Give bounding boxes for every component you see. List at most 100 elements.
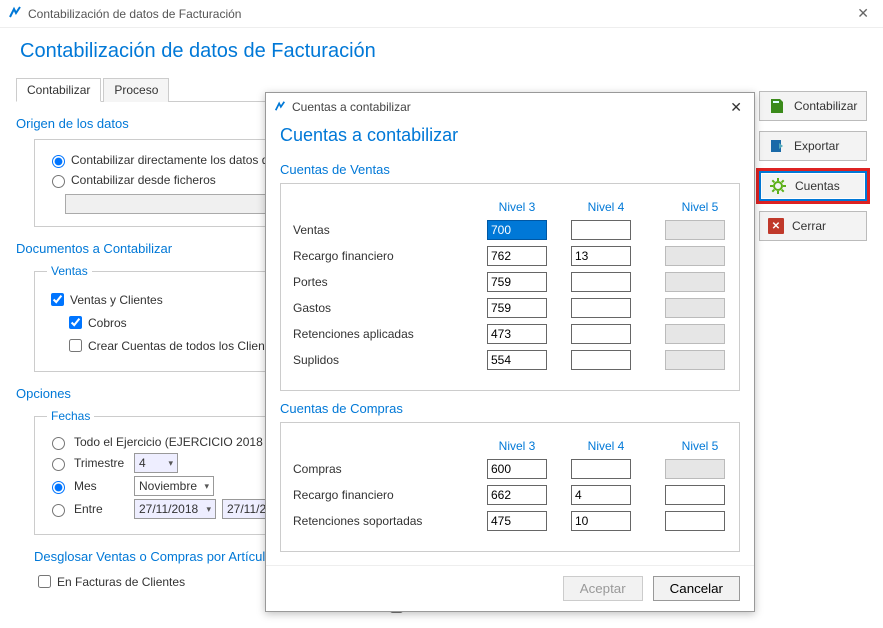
compras-n4-input[interactable] <box>571 459 631 479</box>
modal-close-icon[interactable]: ✕ <box>726 99 746 116</box>
modal-cuentas: Cuentas a contabilizar ✕ Cuentas a conta… <box>265 92 755 612</box>
app-icon <box>8 5 22 22</box>
modal-footer: Aceptar Cancelar <box>266 565 754 611</box>
radio-todo-ejercicio[interactable] <box>52 437 65 450</box>
ventas-row: Recargo financiero <box>293 246 727 266</box>
ventas-row-label: Gastos <box>293 301 463 315</box>
ventas-n5-input <box>665 246 725 266</box>
docs-legend: Ventas <box>47 264 92 278</box>
side-btn-exportar[interactable]: Exportar <box>759 131 867 161</box>
side-toolbar: Contabilizar Exportar Cuentas ✕ Cerrar <box>759 69 867 620</box>
check-crear-cuentas-label: Crear Cuentas de todos los Clientes <box>88 339 281 353</box>
tab-proceso[interactable]: Proceso <box>103 78 169 102</box>
opciones-legend: Fechas <box>47 409 94 423</box>
col-nivel3: Nivel 3 <box>487 200 547 214</box>
ventas-n3-input[interactable] <box>487 298 547 318</box>
side-btn-exportar-label: Exportar <box>794 139 839 153</box>
ventas-row-label: Recargo financiero <box>293 249 463 263</box>
compras-row: Retenciones soportadas <box>293 511 727 531</box>
compras-n5-input[interactable] <box>665 485 725 505</box>
radio-todo-ejercicio-label: Todo el Ejercicio (EJERCICIO 2018 NO S <box>74 435 295 449</box>
col-nivel5: Nivel 5 <box>665 200 735 214</box>
ventas-n5-input <box>665 272 725 292</box>
side-btn-cuentas-label: Cuentas <box>795 179 840 193</box>
compras-n4-input[interactable] <box>571 511 631 531</box>
date-from-input[interactable]: 27/11/2018 ▾ <box>134 499 216 519</box>
radio-trimestre-label: Trimestre <box>74 456 128 470</box>
ventas-row: Gastos <box>293 298 727 318</box>
col-nivel4: Nivel 4 <box>571 200 641 214</box>
grid-ventas-header: Nivel 3 Nivel 4 Nivel 5 <box>293 200 727 214</box>
chevron-down-icon: ▾ <box>168 458 173 469</box>
check-ventas-clientes[interactable] <box>51 293 64 306</box>
ventas-n4-input[interactable] <box>571 220 631 240</box>
radio-origen-ficheros-label: Contabilizar desde ficheros <box>71 173 216 187</box>
book-icon <box>768 97 786 115</box>
ventas-n3-input[interactable] <box>487 272 547 292</box>
check-en-facturas-clientes-label: En Facturas de Clientes <box>57 575 185 589</box>
close-icon: ✕ <box>768 218 784 234</box>
ventas-n4-input[interactable] <box>571 246 631 266</box>
compras-row-label: Retenciones soportadas <box>293 514 463 528</box>
radio-origen-ficheros[interactable] <box>52 175 65 188</box>
ventas-row-label: Suplidos <box>293 353 463 367</box>
ventas-n3-input[interactable] <box>487 246 547 266</box>
ventas-n3-input[interactable] <box>487 324 547 344</box>
gear-icon <box>769 177 787 195</box>
window-close-icon[interactable]: ✕ <box>851 5 875 22</box>
side-btn-cerrar[interactable]: ✕ Cerrar <box>759 211 867 241</box>
select-mes[interactable]: Noviembre ▾ <box>134 476 214 496</box>
side-btn-contabilizar-label: Contabilizar <box>794 99 857 113</box>
modal-section-ventas: Cuentas de Ventas <box>280 162 740 177</box>
check-en-facturas-clientes[interactable] <box>38 575 51 588</box>
compras-n3-input[interactable] <box>487 459 547 479</box>
ventas-n5-input <box>665 324 725 344</box>
ventas-n3-input[interactable] <box>487 350 547 370</box>
ventas-n5-input <box>665 350 725 370</box>
app-icon <box>274 100 286 115</box>
check-ventas-clientes-label: Ventas y Clientes <box>70 293 163 307</box>
ventas-n3-input[interactable] <box>487 220 547 240</box>
ventas-n4-input[interactable] <box>571 350 631 370</box>
ventas-row: Portes <box>293 272 727 292</box>
select-trimestre-value: 4 <box>139 456 146 470</box>
window-titlebar: Contabilización de datos de Facturación … <box>0 0 883 28</box>
compras-n5-input[interactable] <box>665 511 725 531</box>
page-title: Contabilización de datos de Facturación <box>0 28 883 69</box>
side-btn-contabilizar[interactable]: Contabilizar <box>759 91 867 121</box>
side-btn-cuentas[interactable]: Cuentas <box>759 171 867 201</box>
col-nivel3: Nivel 3 <box>487 439 547 453</box>
modal-aceptar-button[interactable]: Aceptar <box>563 576 643 601</box>
modal-heading: Cuentas a contabilizar <box>266 121 754 154</box>
export-icon <box>768 137 786 155</box>
date-from-value: 27/11/2018 <box>139 502 198 516</box>
col-nivel4: Nivel 4 <box>571 439 641 453</box>
compras-n4-input[interactable] <box>571 485 631 505</box>
ventas-n4-input[interactable] <box>571 272 631 292</box>
compras-n3-input[interactable] <box>487 485 547 505</box>
check-cobros[interactable] <box>69 316 82 329</box>
select-mes-value: Noviembre <box>139 479 197 493</box>
radio-mes[interactable] <box>52 481 65 494</box>
chevron-down-icon: ▾ <box>206 504 211 515</box>
radio-entre[interactable] <box>52 504 65 517</box>
compras-row-label: Compras <box>293 462 463 476</box>
modal-section-compras: Cuentas de Compras <box>280 401 740 416</box>
compras-n3-input[interactable] <box>487 511 547 531</box>
modal-cancelar-button[interactable]: Cancelar <box>653 576 740 601</box>
ventas-row: Ventas <box>293 220 727 240</box>
select-trimestre[interactable]: 4 ▾ <box>134 453 178 473</box>
radio-origen-directo-label: Contabilizar directamente los datos de C <box>71 153 287 167</box>
ventas-n4-input[interactable] <box>571 298 631 318</box>
ventas-n4-input[interactable] <box>571 324 631 344</box>
radio-origen-directo[interactable] <box>52 155 65 168</box>
ventas-row-label: Ventas <box>293 223 463 237</box>
check-crear-cuentas[interactable] <box>69 339 82 352</box>
compras-row-label: Recargo financiero <box>293 488 463 502</box>
compras-n5-input <box>665 459 725 479</box>
ventas-n5-input <box>665 220 725 240</box>
radio-trimestre[interactable] <box>52 458 65 471</box>
tab-contabilizar[interactable]: Contabilizar <box>16 78 101 102</box>
window-title: Contabilización de datos de Facturación <box>28 7 851 21</box>
ventas-row: Suplidos <box>293 350 727 370</box>
